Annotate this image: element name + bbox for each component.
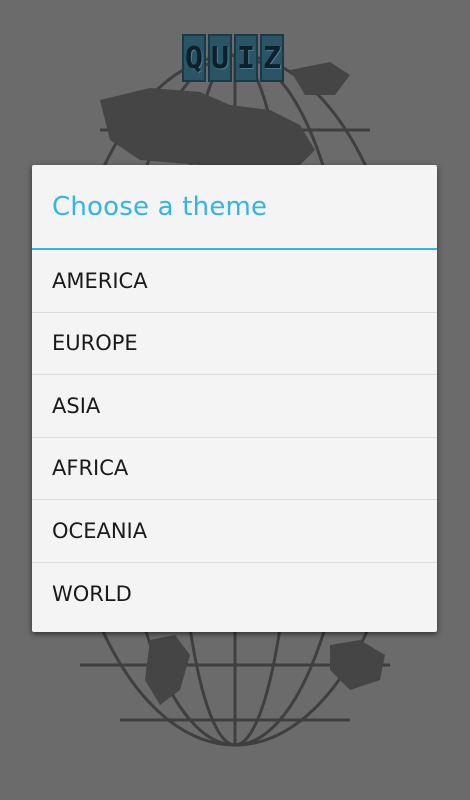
theme-item-africa[interactable]: AFRICA [32, 438, 437, 500]
theme-list: AMERICA EUROPE ASIA AFRICA OCEANIA WORLD [32, 250, 437, 625]
theme-item-europe[interactable]: EUROPE [32, 313, 437, 375]
theme-item-world[interactable]: WORLD [32, 563, 437, 626]
app-screen: Q U I Z Choose a theme AMERICA EUROPE AS… [0, 0, 470, 800]
dialog-title: Choose a theme [52, 191, 268, 222]
choose-theme-dialog: Choose a theme AMERICA EUROPE ASIA AFRIC… [32, 165, 437, 632]
theme-item-asia[interactable]: ASIA [32, 375, 437, 438]
theme-item-oceania[interactable]: OCEANIA [32, 500, 437, 563]
theme-item-america[interactable]: AMERICA [32, 250, 437, 313]
